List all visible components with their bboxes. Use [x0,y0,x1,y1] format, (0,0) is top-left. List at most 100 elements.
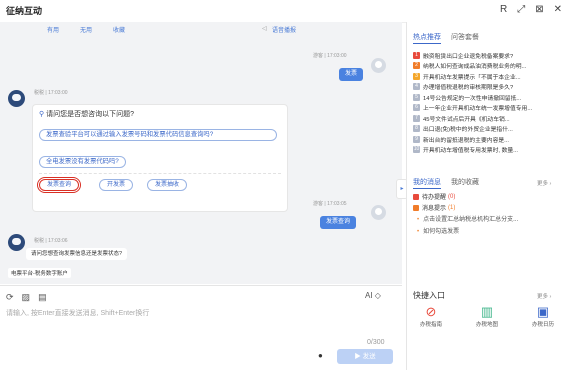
char-counter: 0/300 [367,339,385,346]
divider [39,173,281,174]
voice-broadcast-button[interactable]: 语音播报 [272,25,296,34]
message-feedback-bar: 有用 无用 收藏 ◁ 语音播报 [0,22,402,36]
suggestion-card: ⚲ 请问您是否想咨询以下问题? 发票查验平台可以通过输入发票号码和发票代码信息查… [32,104,288,212]
message-meta: 税税 | 17:03:00 [34,90,68,96]
todo-icon [413,193,419,200]
hot-item-number: 5 [413,93,420,101]
suggestion-item[interactable]: 全电发票没有发票代码吗? [39,156,126,168]
hot-item-number: 4 [413,83,420,91]
message-input[interactable]: 请输入, 按Enter直接发送消息, Shift+Enter换行 [6,308,149,318]
todo-label: 待办提醒 [422,195,447,201]
useless-button[interactable]: 无用 [80,25,92,34]
hot-item-text: 上一年企业开具机动车统一发票增值专用... [423,106,533,113]
message-item[interactable]: 点击设置汇总纳税总机构汇总分支... [417,214,518,223]
quick-entry-title: 快捷入口 [413,291,445,300]
user-avatar [371,58,386,73]
message-item[interactable]: 如何勾选发票 [417,226,459,235]
hot-item[interactable]: 6 上一年企业开具机动车统一发票增值专用... [413,103,565,114]
bot-avatar [8,234,25,251]
hot-item-number: 3 [413,72,420,80]
window-controls: R ⤢ ⊠ ✕ [500,4,562,16]
notice-count: (1) [448,204,456,211]
hot-item[interactable]: 1 融资租赁出口企业退免税备案要求? [413,50,565,61]
message-meta: 税税 | 17:03:06 [34,238,68,244]
send-label: 发送 [362,353,376,360]
tab-my-collection[interactable]: 我的收藏 [451,179,479,186]
account-label: 电票平台-税务数字账户 [8,268,71,278]
more-link[interactable]: 更多 › [537,179,551,187]
quick-map[interactable]: ▥ 办税地图 [467,304,507,328]
suggestion-item[interactable]: 发票查验平台可以通过输入发票号码和发票代码信息查询吗? [39,129,277,141]
question-text: 请问您是否想咨询以下问题? [46,111,134,118]
hot-item-number: 8 [413,125,420,133]
compass-icon: ⊘ [425,304,437,319]
hot-item-text: 办理增值税退税的审核期限是多久? [423,85,514,92]
chip-invoice-query[interactable]: 发票查询 [36,177,82,193]
hot-item-number: 1 [413,51,420,59]
user-avatar [371,205,386,220]
hot-item[interactable]: 8 出口退(免)税中的外贸企业是指什... [413,124,565,135]
tab-qa-package[interactable]: 问答套餐 [451,34,479,41]
todo-count: (0) [448,193,456,200]
hot-item-text: 开具机动车发票提示「不属于本企业... [423,74,521,81]
hot-item-number: 6 [413,104,420,112]
todo-row[interactable]: 待办提醒 (0) [413,192,455,201]
microphone-icon[interactable]: ● [318,351,323,360]
speaker-icon[interactable]: ◁ [262,25,267,32]
send-button[interactable]: ▶ 发送 [337,349,393,364]
input-toolbar: ⟳ ▨ ▤ [6,292,47,303]
ai-toggle[interactable]: AI ◇ [365,291,381,300]
image-icon[interactable]: ▨ [22,292,31,303]
hot-item-text: 45号文件试点后开具《机动车销... [423,116,510,123]
chat-panel: 有用 无用 收藏 ◁ 语音播报 游客 | 17:03:00 发票 税税 | 17… [0,22,402,284]
map-icon: ▥ [480,304,494,319]
tab-my-messages[interactable]: 我的消息 [413,179,441,189]
refresh-icon[interactable]: ⟳ [6,292,14,303]
quick-calendar[interactable]: ▣ 办税日历 [523,304,563,328]
bot-message-bubble: 请问您想查询发票信息还是发票状态? [26,248,128,260]
notice-icon [413,204,419,211]
hot-item-number: 10 [413,146,420,154]
hot-item[interactable]: 2 纳税人如何查询成品油消费税业务的明... [413,61,565,72]
hot-item[interactable]: 10 开具机动车增值税专用发票时, 数量... [413,145,565,156]
maximize-icon[interactable]: ⤢ [517,4,525,16]
hot-item-text: 融资租赁出口企业退免税备案要求? [423,53,514,60]
restore-icon[interactable]: ⊠ [535,4,543,16]
ai-label: AI [365,291,373,300]
quick-label: 办税地图 [475,322,498,328]
message-meta: 游客 | 17:03:05 [313,201,347,207]
hot-item-number: 9 [413,135,420,143]
useful-button[interactable]: 有用 [47,25,59,34]
hot-item-text: 新出台的留抵退税的主要内容是... [423,137,509,144]
eraser-icon[interactable]: ◇ [375,291,381,300]
message-meta: 游客 | 17:03:00 [313,53,347,59]
quick-more-link[interactable]: 更多 › [537,292,551,300]
hot-item[interactable]: 7 45号文件试点后开具《机动车销... [413,113,565,124]
input-area: ⟳ ▨ ▤ AI ◇ 请输入, 按Enter直接发送消息, Shift+Ente… [0,285,402,371]
quick-label: 办税指南 [419,322,442,328]
hot-item-text: 开具机动车增值税专用发票时, 数量... [423,148,519,155]
sidebar-tabs: 热点推荐 问答套餐 [413,32,479,44]
right-sidebar: 热点推荐 问答套餐 1 融资租赁出口企业退免税备案要求? 2 纳税人如何查询成品油消费… [406,22,572,370]
quick-guide[interactable]: ⊘ 办税指南 [411,304,451,328]
hot-item[interactable]: 3 开具机动车发票提示「不属于本企业... [413,71,565,82]
hot-item-text: 纳税人如何查询成品油消费税业务的明... [423,64,527,71]
close-icon[interactable]: ✕ [554,4,562,16]
location-icon: ⚲ [39,111,45,118]
hot-item[interactable]: 9 新出台的留抵退税的主要内容是... [413,134,565,145]
user-message-bubble: 发票查询 [320,216,357,229]
folder-icon[interactable]: ▤ [38,292,47,303]
hot-item-text: 出口退(免)税中的外贸企业是指什... [423,127,513,134]
chip-invoice-draw[interactable]: 发票抽收 [147,179,188,191]
collect-button[interactable]: 收藏 [113,25,125,34]
hot-item[interactable]: 4 办理增值税退税的审核期限是多久? [413,82,565,93]
chip-issue-invoice[interactable]: 开发票 [99,179,134,191]
my-messages-tabs: 我的消息 我的收藏 [413,177,479,189]
hot-item-number: 7 [413,114,420,122]
tab-hot[interactable]: 热点推荐 [413,34,441,44]
quick-label: 办税日历 [531,322,554,328]
user-icon[interactable]: R [500,4,507,16]
notice-row[interactable]: 消息提示 (1) [413,203,455,212]
hot-item-text: 14号公告规定的一次性申请撤回留抵... [423,95,522,102]
hot-item[interactable]: 5 14号公告规定的一次性申请撤回留抵... [413,92,565,103]
